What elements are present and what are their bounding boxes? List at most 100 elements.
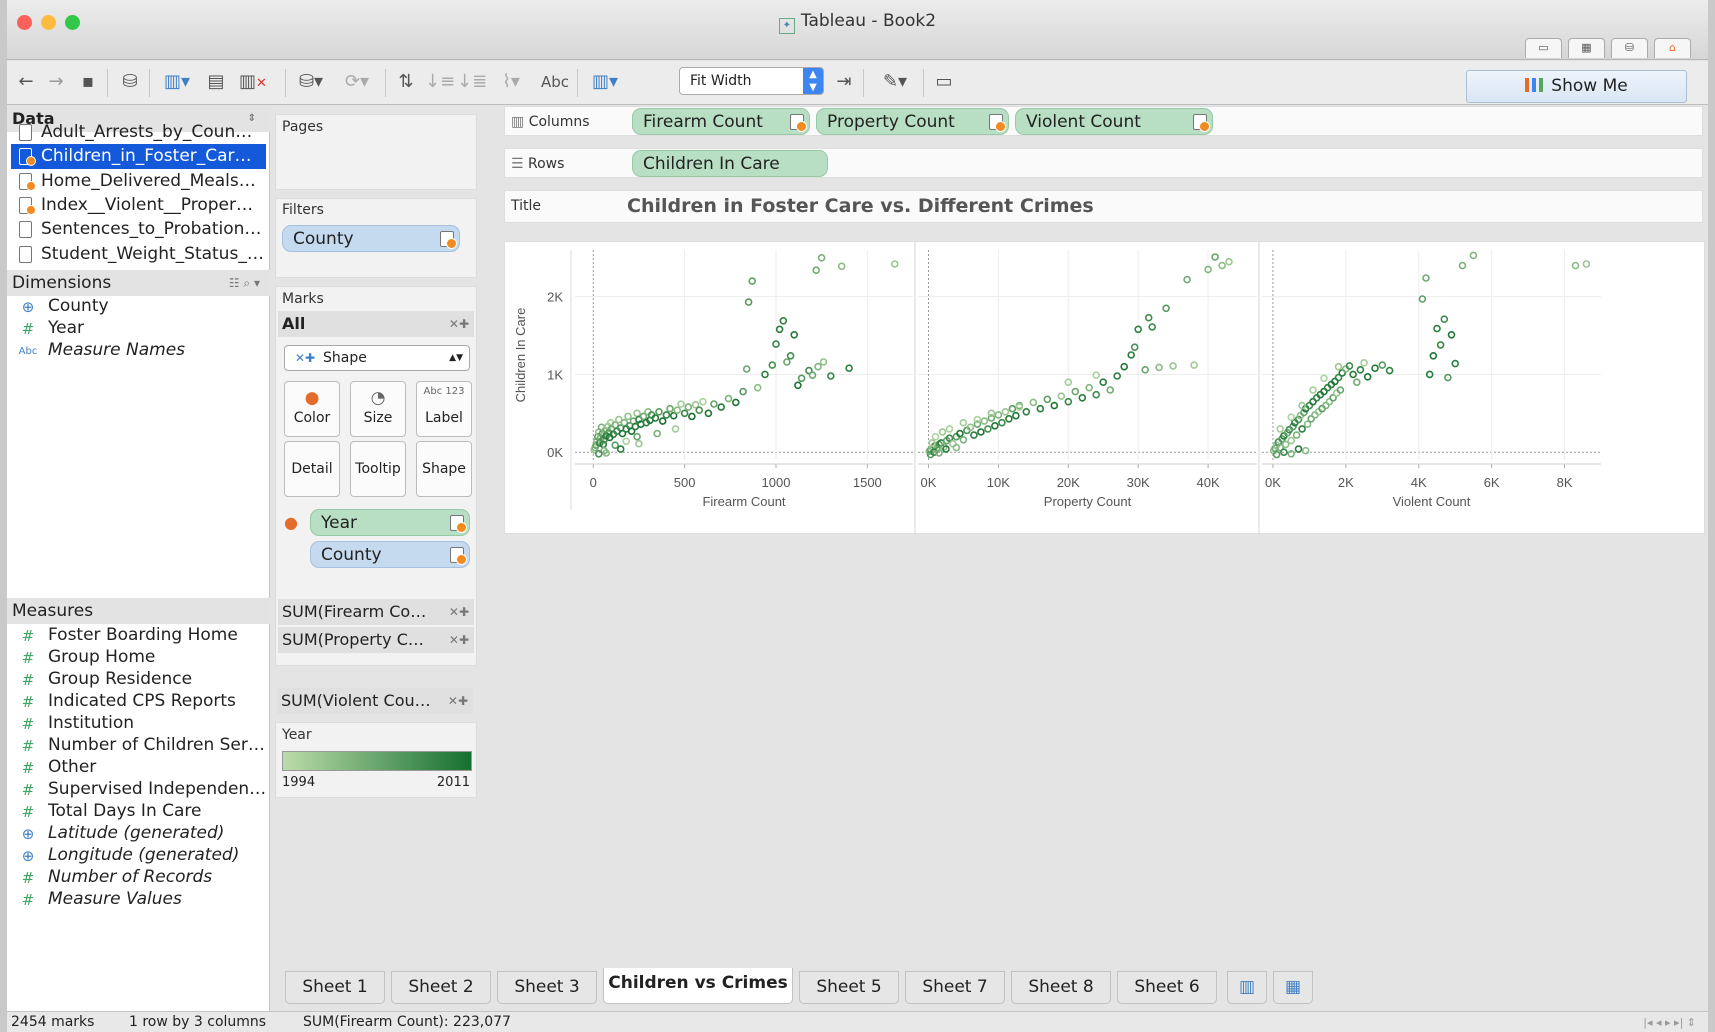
- scatter-point[interactable]: [1144, 313, 1153, 322]
- sheet-title[interactable]: Children in Foster Care vs. Different Cr…: [627, 195, 1094, 217]
- columns-shelf[interactable]: ▥ Columns Firearm Count Property Count V…: [504, 106, 1703, 136]
- scatter-point[interactable]: [1571, 261, 1580, 270]
- scatter-point[interactable]: [1001, 408, 1010, 416]
- back-arrow-icon[interactable]: ←: [15, 69, 37, 95]
- scatter-point[interactable]: [1276, 425, 1285, 433]
- tooltip-button[interactable]: Tooltip: [350, 441, 406, 497]
- scatter-point[interactable]: [1287, 450, 1296, 458]
- marks-measure-row[interactable]: SUM(Firearm Co… ✕✚: [278, 599, 474, 625]
- scatter-point[interactable]: [1155, 363, 1163, 372]
- scatter-point[interactable]: [744, 298, 753, 306]
- field-item[interactable]: ⊕ County: [7, 295, 267, 317]
- county-filter-pill[interactable]: County: [282, 225, 460, 252]
- scatter-point[interactable]: [786, 352, 795, 360]
- field-item[interactable]: ⊕ Longitude (generated): [7, 844, 267, 866]
- scatter-point[interactable]: [845, 364, 853, 372]
- scatter-point[interactable]: [819, 358, 828, 366]
- scatter-point[interactable]: [938, 428, 947, 436]
- fit-width-select[interactable]: Fit Width ▲ ▼: [679, 67, 824, 95]
- scatter-point[interactable]: [808, 371, 817, 379]
- scatter-point[interactable]: [1008, 404, 1017, 413]
- field-item[interactable]: # Other: [7, 756, 267, 778]
- scatter-point[interactable]: [817, 254, 826, 262]
- scatter-point[interactable]: [739, 387, 747, 396]
- scatter-point[interactable]: [952, 443, 961, 452]
- scatter-point[interactable]: [1447, 331, 1456, 339]
- scatter-point[interactable]: [635, 439, 643, 448]
- mark-type-select[interactable]: ✕✚ Shape ▲▼: [284, 345, 470, 371]
- scatter-point[interactable]: [797, 374, 806, 383]
- scatter-point[interactable]: [1012, 411, 1020, 420]
- scatter-point[interactable]: [775, 325, 784, 334]
- scatter-point[interactable]: [1211, 253, 1219, 261]
- scatter-point[interactable]: [633, 409, 641, 418]
- scatter-point[interactable]: [1436, 341, 1445, 349]
- county-detail-pill[interactable]: County: [310, 541, 470, 568]
- field-item[interactable]: # Supervised Independen…: [7, 778, 267, 800]
- sheet-tab[interactable]: Sheet 8: [1011, 971, 1111, 1004]
- scatter-point[interactable]: [1050, 401, 1059, 410]
- scatter-point[interactable]: [666, 404, 674, 413]
- scatter-point[interactable]: [1162, 304, 1170, 313]
- size-button[interactable]: ◔ Size: [350, 381, 406, 437]
- scatter-point[interactable]: [748, 277, 756, 285]
- show-mark-labels-button[interactable]: Abc: [537, 69, 573, 95]
- scatter-point[interactable]: [1292, 431, 1301, 439]
- scatter-point[interactable]: [1334, 362, 1343, 371]
- scatter-point[interactable]: [724, 394, 733, 403]
- home-icon[interactable]: ⌂: [1654, 38, 1691, 58]
- pause-updates-icon[interactable]: ⛁▾: [291, 69, 331, 95]
- scatter-point[interactable]: [826, 372, 835, 380]
- scatter-point[interactable]: [959, 436, 968, 444]
- children-in-care-pill[interactable]: Children In Care: [632, 150, 828, 177]
- scatter-point[interactable]: [812, 266, 821, 275]
- scatter-point[interactable]: [1113, 372, 1122, 380]
- scatter-point[interactable]: [1469, 251, 1478, 260]
- scatter-point[interactable]: [677, 400, 685, 408]
- sort-descending-icon[interactable]: ↓≣: [457, 69, 487, 95]
- shape-button[interactable]: Shape: [416, 441, 472, 497]
- scatter-point[interactable]: [1433, 324, 1441, 333]
- sheet-tab[interactable]: Sheet 3: [497, 971, 597, 1004]
- scatter-point[interactable]: [1071, 387, 1080, 396]
- scatter-point[interactable]: [783, 358, 791, 366]
- scatter-point[interactable]: [1005, 415, 1013, 423]
- scatter-point[interactable]: [1141, 366, 1150, 374]
- data-source-item[interactable]: Children_in_Foster_Car…: [11, 144, 266, 170]
- forward-arrow-icon[interactable]: →: [45, 69, 67, 95]
- scatter-point[interactable]: [931, 432, 940, 441]
- scatter-point[interactable]: [1320, 374, 1328, 383]
- sort-ascending-icon[interactable]: ↓≡: [425, 69, 455, 95]
- scatter-point[interactable]: [1036, 404, 1045, 413]
- scatter-point[interactable]: [1582, 260, 1591, 268]
- violent-count-pill[interactable]: Violent Count: [1015, 108, 1213, 135]
- chart-view[interactable]: Children In Care 0K 1K 2K 0 500 1000 1500 Firear…: [504, 241, 1705, 535]
- view-data-source-tab[interactable]: ⛁: [1611, 38, 1648, 58]
- scatter-point[interactable]: [1085, 383, 1094, 392]
- scatter-point[interactable]: [1099, 378, 1108, 386]
- scatter-point[interactable]: [1378, 361, 1387, 369]
- scatter-point[interactable]: [624, 412, 632, 421]
- sheet-navigation-icon[interactable]: |◂ ◂ ▸ ▸| ⇕: [1643, 1012, 1696, 1032]
- presentation-icon[interactable]: ▭: [931, 69, 957, 95]
- scatter-point[interactable]: [1356, 366, 1365, 374]
- scatter-point[interactable]: [633, 432, 641, 441]
- scatter-point[interactable]: [1458, 261, 1467, 270]
- filters-card[interactable]: Filters County: [275, 198, 477, 278]
- view-cards-tab[interactable]: ▭: [1525, 38, 1562, 58]
- sheet-tab[interactable]: Sheet 6: [1117, 971, 1217, 1004]
- firearm-count-pill[interactable]: Firearm Count: [632, 108, 810, 135]
- scatter-point[interactable]: [1360, 359, 1368, 367]
- scatter-point[interactable]: [595, 450, 603, 458]
- view-dashboard-tab[interactable]: ▦: [1568, 38, 1605, 58]
- scatter-point[interactable]: [1120, 362, 1129, 371]
- show-me-button[interactable]: Show Me: [1466, 70, 1687, 103]
- scatter-point[interactable]: [1385, 366, 1394, 375]
- scatter-point[interactable]: [622, 437, 630, 446]
- field-item[interactable]: # Group Home: [7, 646, 267, 668]
- scatter-point[interactable]: [684, 403, 693, 411]
- scatter-point[interactable]: [1294, 445, 1303, 453]
- data-source-item[interactable]: Index__Violent__Proper…: [11, 193, 266, 218]
- scatter-point[interactable]: [814, 362, 822, 371]
- scatter-point[interactable]: [671, 425, 680, 433]
